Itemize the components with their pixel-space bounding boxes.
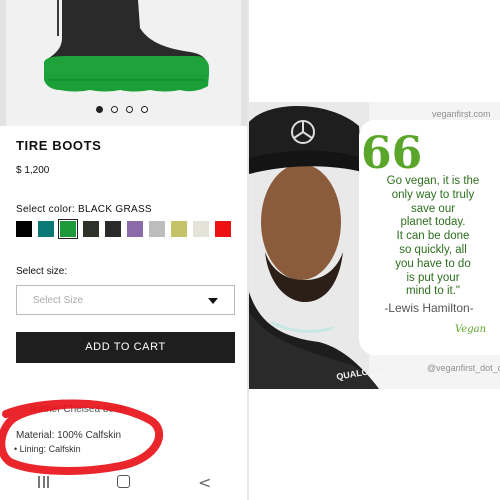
quote-text: Go vegan, it is the only way to truly sa…	[386, 175, 480, 298]
quote-mark: 66	[361, 128, 423, 179]
site-watermark: veganfirst.com	[432, 109, 491, 119]
quote-image: QUALCOMM veganfirst.com 66 Go vegan, it …	[249, 102, 500, 389]
product-page: TIRE BOOTS $ 1,200 Select color: BLACK G…	[0, 0, 247, 500]
red-circle-annotation	[0, 399, 164, 475]
social-handle: @veganfirst_dot_com	[427, 363, 500, 373]
quote-author: -Lewis Hamilton-	[384, 301, 474, 315]
vegan-logo: Vegan	[455, 324, 487, 335]
